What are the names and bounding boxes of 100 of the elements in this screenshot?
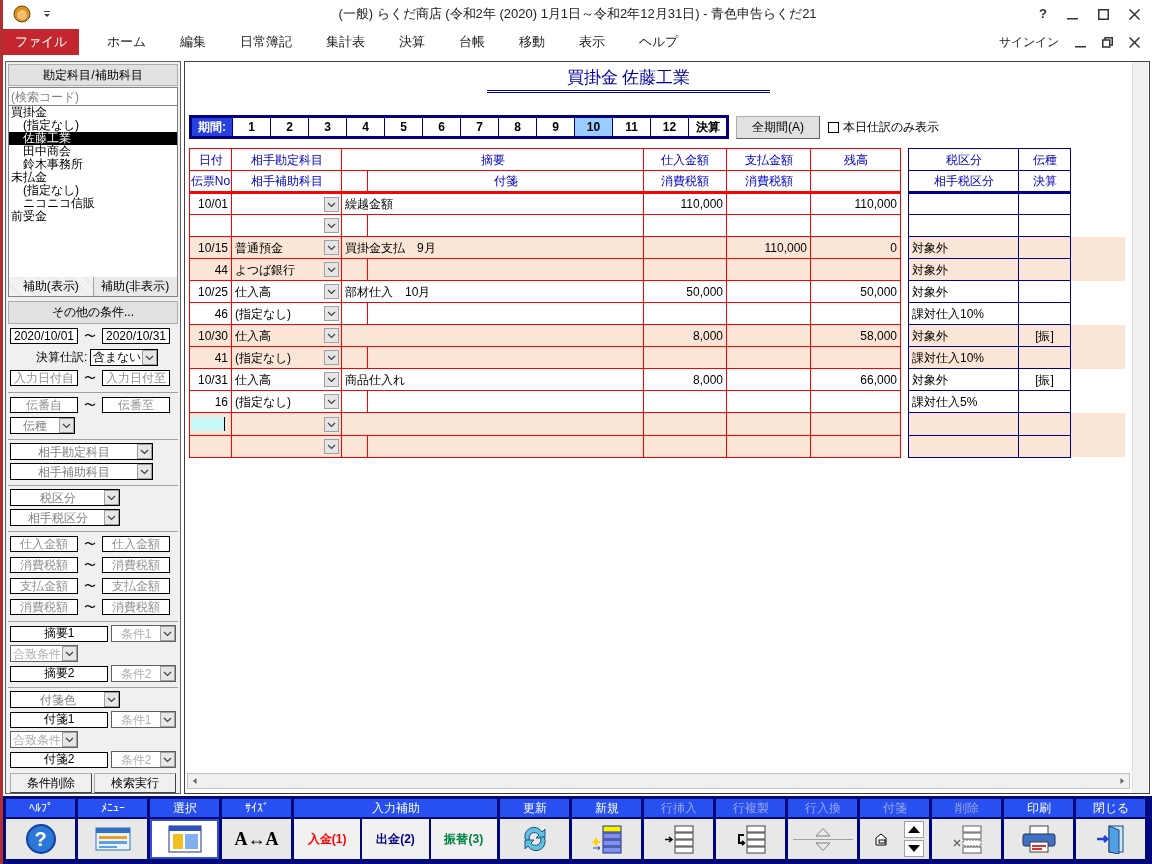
period-tab[interactable]: 6 [422,118,460,136]
dropdown-button[interactable] [324,416,339,432]
toolbar-button[interactable]: A↔A [222,819,291,859]
filter-button[interactable]: 条件削除 [10,773,92,793]
table-cell-text: 普通預金 [234,239,284,257]
dropdown-button[interactable] [324,262,339,277]
checkbox[interactable] [828,121,839,133]
select-field[interactable]: 含まない [90,348,159,366]
app-icon[interactable] [13,5,31,23]
help-icon: ? [25,824,56,854]
dropdown-button[interactable] [324,306,339,321]
input-field[interactable]: 消費税額 [102,557,170,573]
input-field[interactable]: 支払金額 [10,578,78,594]
input-assist-button[interactable]: 振替(3) [430,819,497,859]
period-tab[interactable]: 10 [574,118,612,136]
horizontal-scrollbar[interactable] [187,773,1130,789]
period-tab[interactable]: 9 [536,118,574,136]
tab[interactable]: 補助(表示) [9,277,93,296]
close-icon[interactable] [1129,36,1140,48]
search-field[interactable]: (検索コード) [8,87,178,107]
select-field[interactable]: 伝種 [10,417,75,434]
input-field[interactable]: 入力日付自 [10,370,78,386]
menu-item[interactable]: ファイル [3,29,79,55]
period-tab[interactable]: 7 [460,118,498,136]
menu-item[interactable]: ヘルプ [631,29,686,55]
input-field[interactable]: 消費税額 [10,557,78,573]
tree-item[interactable]: (指定なし) [23,119,79,133]
chevron-icon [104,692,119,707]
tab[interactable]: 補助(非表示) [92,277,177,296]
input-field[interactable]: 消費税額 [102,599,170,615]
help-button[interactable]: ? [1039,4,1047,24]
dropdown-button[interactable] [324,328,339,343]
menu-item[interactable]: 日常簿記 [232,29,300,55]
filter-button[interactable]: 検索実行 [94,773,176,793]
select-field[interactable]: 税区分 [10,489,120,506]
select-field[interactable]: 相手税区分 [10,509,120,526]
period-tab[interactable]: 5 [384,118,422,136]
menu-item[interactable]: 編集 [172,29,214,55]
period-tab[interactable]: 12 [650,118,688,136]
input-assist-button[interactable]: 入金(1) [294,819,361,859]
dropdown-button[interactable] [324,196,339,212]
dropdown-button[interactable] [324,439,339,454]
input-field[interactable]: 摘要1 [10,625,108,642]
select-field[interactable]: 相手勘定科目 [10,443,153,460]
tree-item[interactable]: (指定なし) [23,184,79,198]
toolbar-button[interactable]: ? [6,819,75,859]
input-assist-button[interactable]: 出金(2) [362,819,429,859]
select-field[interactable]: 相手補助科目 [10,463,153,480]
tilde-label: 〜 [83,557,97,574]
tree-item[interactable]: ニコニコ信販 [23,197,95,211]
menu-item[interactable]: 移動 [511,29,553,55]
chevron-icon [160,712,175,727]
toolbar-button[interactable] [150,819,219,859]
dropdown-button[interactable] [324,350,339,365]
dropdown-icon[interactable] [43,10,51,18]
menu-item[interactable]: 集計表 [318,29,373,55]
menu-item[interactable]: ホーム [99,29,154,55]
close-icon[interactable] [1129,8,1140,20]
vertical-scrollbar[interactable] [1132,62,1148,793]
all-periods-button[interactable]: 全期間(A) [736,115,820,139]
tree-item[interactable]: 前受金 [11,210,47,224]
input-field[interactable]: 伝番至 [102,397,170,413]
period-tab[interactable]: 決算 [688,118,726,136]
input-field[interactable]: 付箋2 [10,751,108,768]
table-cell-text: 50,000 [859,283,898,301]
tree-item[interactable]: 買掛金 [11,106,47,120]
menu-item[interactable]: 表示 [571,29,613,55]
panel-header-button[interactable]: 勘定科目/補助科目 [8,64,178,86]
dropdown-button[interactable] [324,394,339,409]
select-field[interactable]: 付箋色 [10,691,120,708]
dropdown-button[interactable] [324,372,339,387]
other-conditions-button[interactable]: その他の条件... [8,300,178,324]
input-field[interactable]: 摘要2 [10,665,108,682]
menu-item[interactable]: 台帳 [451,29,493,55]
tree-item[interactable]: 田中商会 [23,145,71,159]
period-tab[interactable]: 3 [308,118,346,136]
input-field[interactable]: 2020/10/01 [10,328,78,344]
input-field[interactable]: 消費税額 [10,599,78,615]
input-field[interactable]: 仕入金額 [10,536,78,552]
input-field[interactable]: 付箋1 [10,711,108,728]
input-field[interactable]: 仕入金額 [102,536,170,552]
maximize-icon[interactable] [1098,8,1109,20]
dropdown-button[interactable] [324,284,339,299]
period-tab[interactable]: 4 [346,118,384,136]
sign-in-link[interactable]: サインイン [999,33,1059,51]
restore-icon[interactable] [1102,36,1113,48]
period-tab[interactable]: 8 [498,118,536,136]
input-field[interactable]: 2020/10/31 [102,328,170,344]
dropdown-button[interactable] [324,240,339,255]
input-field[interactable]: 伝番自 [10,397,78,413]
input-field[interactable] [191,417,225,431]
input-field[interactable]: 入力日付至 [102,370,170,386]
tree-item[interactable]: 鈴木事務所 [23,158,83,172]
dropdown-button[interactable] [324,218,339,233]
period-tab[interactable]: 1 [232,118,270,136]
period-tab[interactable]: 2 [270,118,308,136]
menu-item[interactable]: 決算 [391,29,433,55]
tree-item[interactable]: 未払金 [11,171,47,185]
period-tab[interactable]: 11 [612,118,650,136]
input-field[interactable]: 支払金額 [102,578,170,594]
